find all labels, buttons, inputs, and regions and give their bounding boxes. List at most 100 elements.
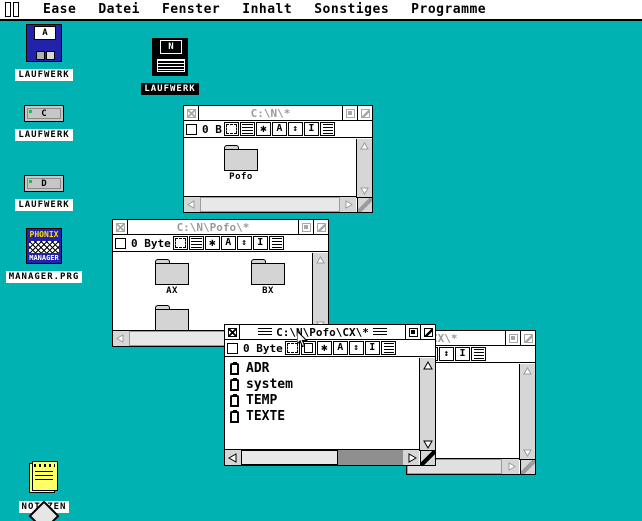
- view-list-icon[interactable]: [188, 236, 204, 250]
- select-all-checkbox[interactable]: [186, 123, 197, 135]
- close-box-button[interactable]: [225, 325, 240, 339]
- window-title: C:\N\*: [250, 106, 291, 120]
- window-titlebar[interactable]: C:\N\Pofo\CX\*: [225, 325, 435, 340]
- window-c-n[interactable]: C:\N\* 0 B ✱ A ↕ I Pofo: [183, 105, 373, 213]
- sort-by-size-icon[interactable]: ↕: [439, 347, 454, 361]
- sort-by-name-icon[interactable]: A: [220, 236, 236, 250]
- sort-unsorted-icon[interactable]: ✱: [316, 341, 332, 355]
- desktop-icon-drive-c[interactable]: C LAUFWERK: [2, 105, 86, 141]
- resize-button[interactable]: [520, 331, 535, 345]
- scroll-up-button[interactable]: [357, 139, 372, 154]
- select-all-checkbox[interactable]: [115, 237, 126, 249]
- folder-item[interactable]: BX: [241, 259, 295, 296]
- view-icons-icon[interactable]: [172, 236, 188, 250]
- menu-item-sonstiges[interactable]: Sonstiges: [303, 1, 400, 18]
- scroll-left-button[interactable]: [225, 450, 240, 465]
- sort-by-type-icon[interactable]: I: [252, 236, 268, 250]
- atari-fuji-icon[interactable]: [4, 2, 22, 17]
- menu-item-programme[interactable]: Programme: [400, 1, 497, 18]
- sort-by-name-icon[interactable]: A: [271, 122, 287, 136]
- hard-disk-icon: C: [24, 105, 64, 122]
- menu-item-inhalt[interactable]: Inhalt: [231, 1, 303, 18]
- menu-item-fenster[interactable]: Fenster: [151, 1, 231, 18]
- view-icons-icon[interactable]: [284, 341, 300, 355]
- sort-by-type-icon[interactable]: I: [455, 347, 470, 361]
- sort-by-name-icon[interactable]: A: [332, 341, 348, 355]
- sort-by-size-icon[interactable]: ↕: [348, 341, 364, 355]
- select-all-checkbox[interactable]: [227, 342, 238, 354]
- resize-corner[interactable]: [357, 197, 372, 212]
- scroll-up-button[interactable]: [520, 364, 535, 379]
- sort-unsorted-icon[interactable]: ✱: [255, 122, 271, 136]
- resize-button[interactable]: [357, 106, 372, 120]
- folder-icon: [230, 362, 239, 375]
- desktop-icon-drive-d[interactable]: D LAUFWERK: [2, 175, 86, 211]
- full-size-button[interactable]: [505, 331, 520, 345]
- scroll-up-button[interactable]: [420, 358, 435, 373]
- full-size-button[interactable]: [405, 325, 420, 339]
- window-cx-active[interactable]: C:\N\Pofo\CX\* 0 Byte ✱ A ↕ I ADR system…: [224, 324, 436, 466]
- folder-item[interactable]: Pofo: [214, 145, 268, 182]
- folder-name: AX: [166, 286, 178, 296]
- scroll-down-button[interactable]: [420, 436, 435, 451]
- desktop-icon-drive-a[interactable]: A LAUFWERK: [2, 24, 86, 81]
- sort-unsorted-icon[interactable]: ✱: [204, 236, 220, 250]
- window-content[interactable]: AX BX CX: [113, 253, 312, 332]
- desktop-screen: Ease Datei Fenster Inhalt Sonstiges Prog…: [0, 0, 642, 521]
- sort-by-date-icon[interactable]: [319, 122, 335, 136]
- close-box-button[interactable]: [184, 106, 199, 120]
- sort-by-size-icon[interactable]: ↕: [236, 236, 252, 250]
- sort-by-date-icon[interactable]: [471, 347, 486, 361]
- view-list-icon[interactable]: [239, 122, 255, 136]
- window-titlebar[interactable]: C:\N\Pofo\*: [113, 220, 328, 235]
- resize-button[interactable]: [313, 220, 328, 234]
- desktop-icon-label: LAUFWERK: [15, 129, 73, 141]
- sort-by-type-icon[interactable]: I: [303, 122, 319, 136]
- scroll-right-button[interactable]: [504, 459, 519, 474]
- sort-by-type-icon[interactable]: I: [364, 341, 380, 355]
- folder-item[interactable]: AX: [145, 259, 199, 296]
- menu-item-ease[interactable]: Ease: [32, 1, 87, 18]
- scroll-right-button[interactable]: [341, 197, 356, 212]
- sort-by-date-icon[interactable]: [380, 341, 396, 355]
- resize-corner[interactable]: [420, 450, 435, 465]
- list-item[interactable]: TEXTE: [225, 409, 419, 425]
- scroll-thumb[interactable]: [200, 197, 340, 212]
- horizontal-scrollbar[interactable]: [184, 196, 356, 212]
- resize-button[interactable]: [420, 325, 435, 339]
- desktop-icon-drive-n[interactable]: N LAUFWERK: [128, 38, 212, 95]
- list-item[interactable]: ADR: [225, 361, 419, 377]
- folder-icon: [224, 145, 258, 171]
- full-size-button[interactable]: [298, 220, 313, 234]
- window-content[interactable]: Pofo: [184, 139, 356, 198]
- view-icons-icon[interactable]: [223, 122, 239, 136]
- desktop-icon-manager-prg[interactable]: PHONIX MANAGER MANAGER.PRG: [2, 228, 86, 283]
- vertical-scrollbar[interactable]: [519, 364, 535, 460]
- program-icon-line1: PHONIX: [29, 230, 59, 239]
- scroll-thumb[interactable]: [241, 450, 338, 465]
- scroll-right-button[interactable]: [404, 450, 419, 465]
- list-item[interactable]: TEMP: [225, 393, 419, 409]
- full-size-button[interactable]: [342, 106, 357, 120]
- window-titlebar[interactable]: C:\N\*: [184, 106, 372, 121]
- folder-icon: [230, 410, 239, 423]
- scroll-up-button[interactable]: [313, 253, 328, 268]
- menu-item-datei[interactable]: Datei: [87, 1, 151, 18]
- close-box-button[interactable]: [113, 220, 128, 234]
- window-content[interactable]: ADR system TEMP TEXTE: [225, 358, 419, 451]
- sort-by-date-icon[interactable]: [268, 236, 284, 250]
- vertical-scrollbar[interactable]: [312, 253, 328, 332]
- vertical-scrollbar[interactable]: [356, 139, 372, 198]
- scroll-left-button[interactable]: [184, 197, 199, 212]
- folder-item[interactable]: CX: [145, 305, 199, 332]
- scroll-down-button[interactable]: [357, 183, 372, 198]
- vertical-scrollbar[interactable]: [419, 358, 435, 451]
- view-list-icon[interactable]: [300, 341, 316, 355]
- window-title-wrap: C:\N\Pofo\CX\*: [240, 325, 405, 339]
- scroll-down-button[interactable]: [520, 445, 535, 460]
- horizontal-scrollbar[interactable]: [225, 449, 419, 465]
- scroll-left-button[interactable]: [113, 331, 128, 346]
- sort-by-size-icon[interactable]: ↕: [287, 122, 303, 136]
- list-item[interactable]: system: [225, 377, 419, 393]
- resize-corner[interactable]: [520, 459, 535, 474]
